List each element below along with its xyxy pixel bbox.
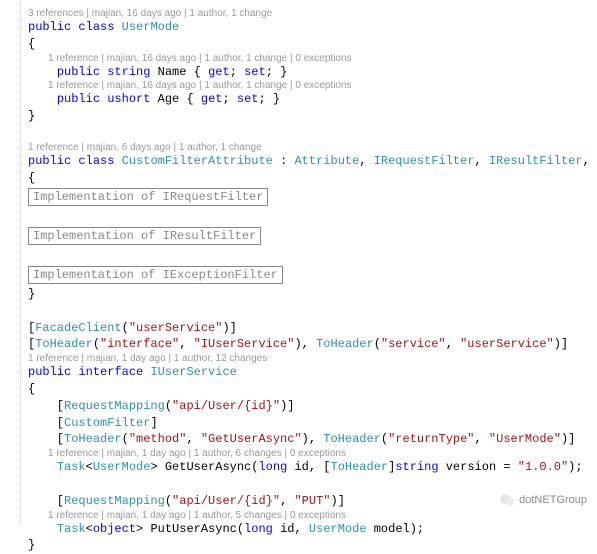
blank-line [8,125,589,142]
code-line[interactable]: [FacadeClient("userService")] [8,320,589,337]
codelens-getuser[interactable]: 1 reference | majian, 1 day ago | 1 auth… [8,448,589,459]
blank-line [8,247,589,264]
codelens-putuser[interactable]: 1 reference | majian, 1 day ago | 1 auth… [8,510,589,521]
codelens-usermode[interactable]: 3 references | majian, 16 days ago | 1 a… [8,8,589,19]
watermark-text: dotNETGroup [519,494,587,506]
code-line[interactable]: public ushort Age { get; set; } [8,91,589,108]
collapsed-region-exception[interactable]: Implementation of IExceptionFilter [28,266,283,284]
code-line[interactable]: [ToHeader("interface", "IUserService"), … [8,336,589,353]
blank-line [8,303,589,320]
code-line[interactable]: Task<UserMode> GetUserAsync(long id, [To… [8,459,589,476]
code-line[interactable]: public class UserMode [8,19,589,36]
wechat-icon [499,492,515,508]
code-line[interactable]: { [8,170,589,187]
blank-line [8,208,589,225]
code-line[interactable]: { [8,36,589,53]
codelens-customfilter[interactable]: 1 reference | majian, 6 days ago | 1 aut… [8,142,589,153]
collapsed-region-result[interactable]: Implementation of IResultFilter [28,227,261,245]
code-line[interactable]: } [8,286,589,303]
code-line[interactable]: } [8,537,589,554]
code-line[interactable]: [RequestMapping("api/User/{id}")] [8,398,589,415]
codelens-age[interactable]: 1 reference | majian, 16 days ago | 1 au… [8,80,589,91]
code-line[interactable]: [CustomFilter] [8,415,589,432]
code-line[interactable]: { [8,381,589,398]
codelens-name[interactable]: 1 reference | majian, 16 days ago | 1 au… [8,53,589,64]
codelens-iuserservice[interactable]: 1 reference | majian, 1 day ago | 1 auth… [8,353,589,364]
blank-line [8,476,589,493]
collapsed-region-request[interactable]: Implementation of IRequestFilter [28,188,268,206]
code-line[interactable]: public class CustomFilterAttribute : Att… [8,153,589,170]
code-line[interactable]: public string Name { get; set; } [8,64,589,81]
gutter [0,0,21,523]
code-line[interactable]: public interface IUserService [8,364,589,381]
code-line[interactable]: [ToHeader("method", "GetUserAsync"), ToH… [8,431,589,448]
code-line[interactable]: Task<object> PutUserAsync(long id, UserM… [8,521,589,538]
code-line[interactable]: } [8,108,589,125]
watermark: dotNETGroup [499,492,587,508]
